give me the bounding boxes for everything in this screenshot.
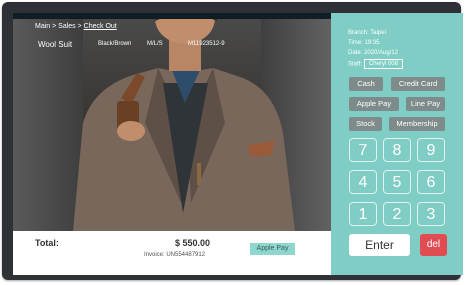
item-name: Wool Suit <box>38 40 73 49</box>
key-6[interactable]: 6 <box>417 170 445 194</box>
breadcrumb-current[interactable]: Check Out <box>84 23 117 30</box>
product-photo: Main > Sales > Check Out Wool Suit Black… <box>13 13 331 231</box>
time-info: Time: 19:35 <box>348 40 380 46</box>
total-bar: Total: $ 550.00 Invoice: UN554487912 App… <box>13 231 331 275</box>
key-7[interactable]: 7 <box>349 138 377 162</box>
stock-button[interactable]: Stock <box>349 117 382 131</box>
apple-pay-button[interactable]: Apple Pay <box>349 97 399 111</box>
delete-button[interactable]: del <box>420 234 447 256</box>
breadcrumb: Main > Sales > Check Out <box>35 23 117 30</box>
breadcrumb-main[interactable]: Main <box>35 23 50 30</box>
date-info: Date: 2020/Aug/12 <box>348 50 399 56</box>
item-color: Black/Brown <box>98 41 132 47</box>
invoice-number: Invoice: UN554487912 <box>144 252 206 258</box>
staff-field[interactable]: Cheryl 008 <box>363 59 403 69</box>
breadcrumb-sales[interactable]: Sales <box>58 23 76 30</box>
key-5[interactable]: 5 <box>383 170 411 194</box>
membership-button[interactable]: Membership <box>389 117 445 131</box>
key-1[interactable]: 1 <box>349 202 377 226</box>
device-frame: Main > Sales > Check Out Wool Suit Black… <box>2 2 463 280</box>
total-amount: $ 550.00 <box>175 238 211 248</box>
key-3[interactable]: 3 <box>417 202 445 226</box>
key-4[interactable]: 4 <box>349 170 377 194</box>
key-2[interactable]: 2 <box>383 202 411 226</box>
enter-button[interactable]: Enter <box>349 234 410 256</box>
credit-card-button[interactable]: Credit Card <box>391 77 445 91</box>
key-8[interactable]: 8 <box>383 138 411 162</box>
staff-info: Staff: Cheryl 008 <box>348 59 403 69</box>
checkout-panel: Branch: Taipei Time: 19:35 Date: 2020/Au… <box>331 13 463 275</box>
payment-method-badge: Apple Pay <box>250 243 295 255</box>
branch-info: Branch: Taipei <box>348 30 386 36</box>
line-pay-button[interactable]: Line Pay <box>406 97 445 111</box>
pos-screen: Main > Sales > Check Out Wool Suit Black… <box>13 13 463 275</box>
total-label: Total: <box>35 238 59 248</box>
item-row: Wool Suit Black/Brown M/L/S M11923512-9 <box>38 40 328 52</box>
item-size: M/L/S <box>147 41 163 47</box>
key-9[interactable]: 9 <box>417 138 445 162</box>
cash-button[interactable]: Cash <box>349 77 383 91</box>
staff-label: Staff: <box>348 61 362 68</box>
top-strip <box>13 13 331 19</box>
item-code: M11923512-9 <box>188 41 225 47</box>
